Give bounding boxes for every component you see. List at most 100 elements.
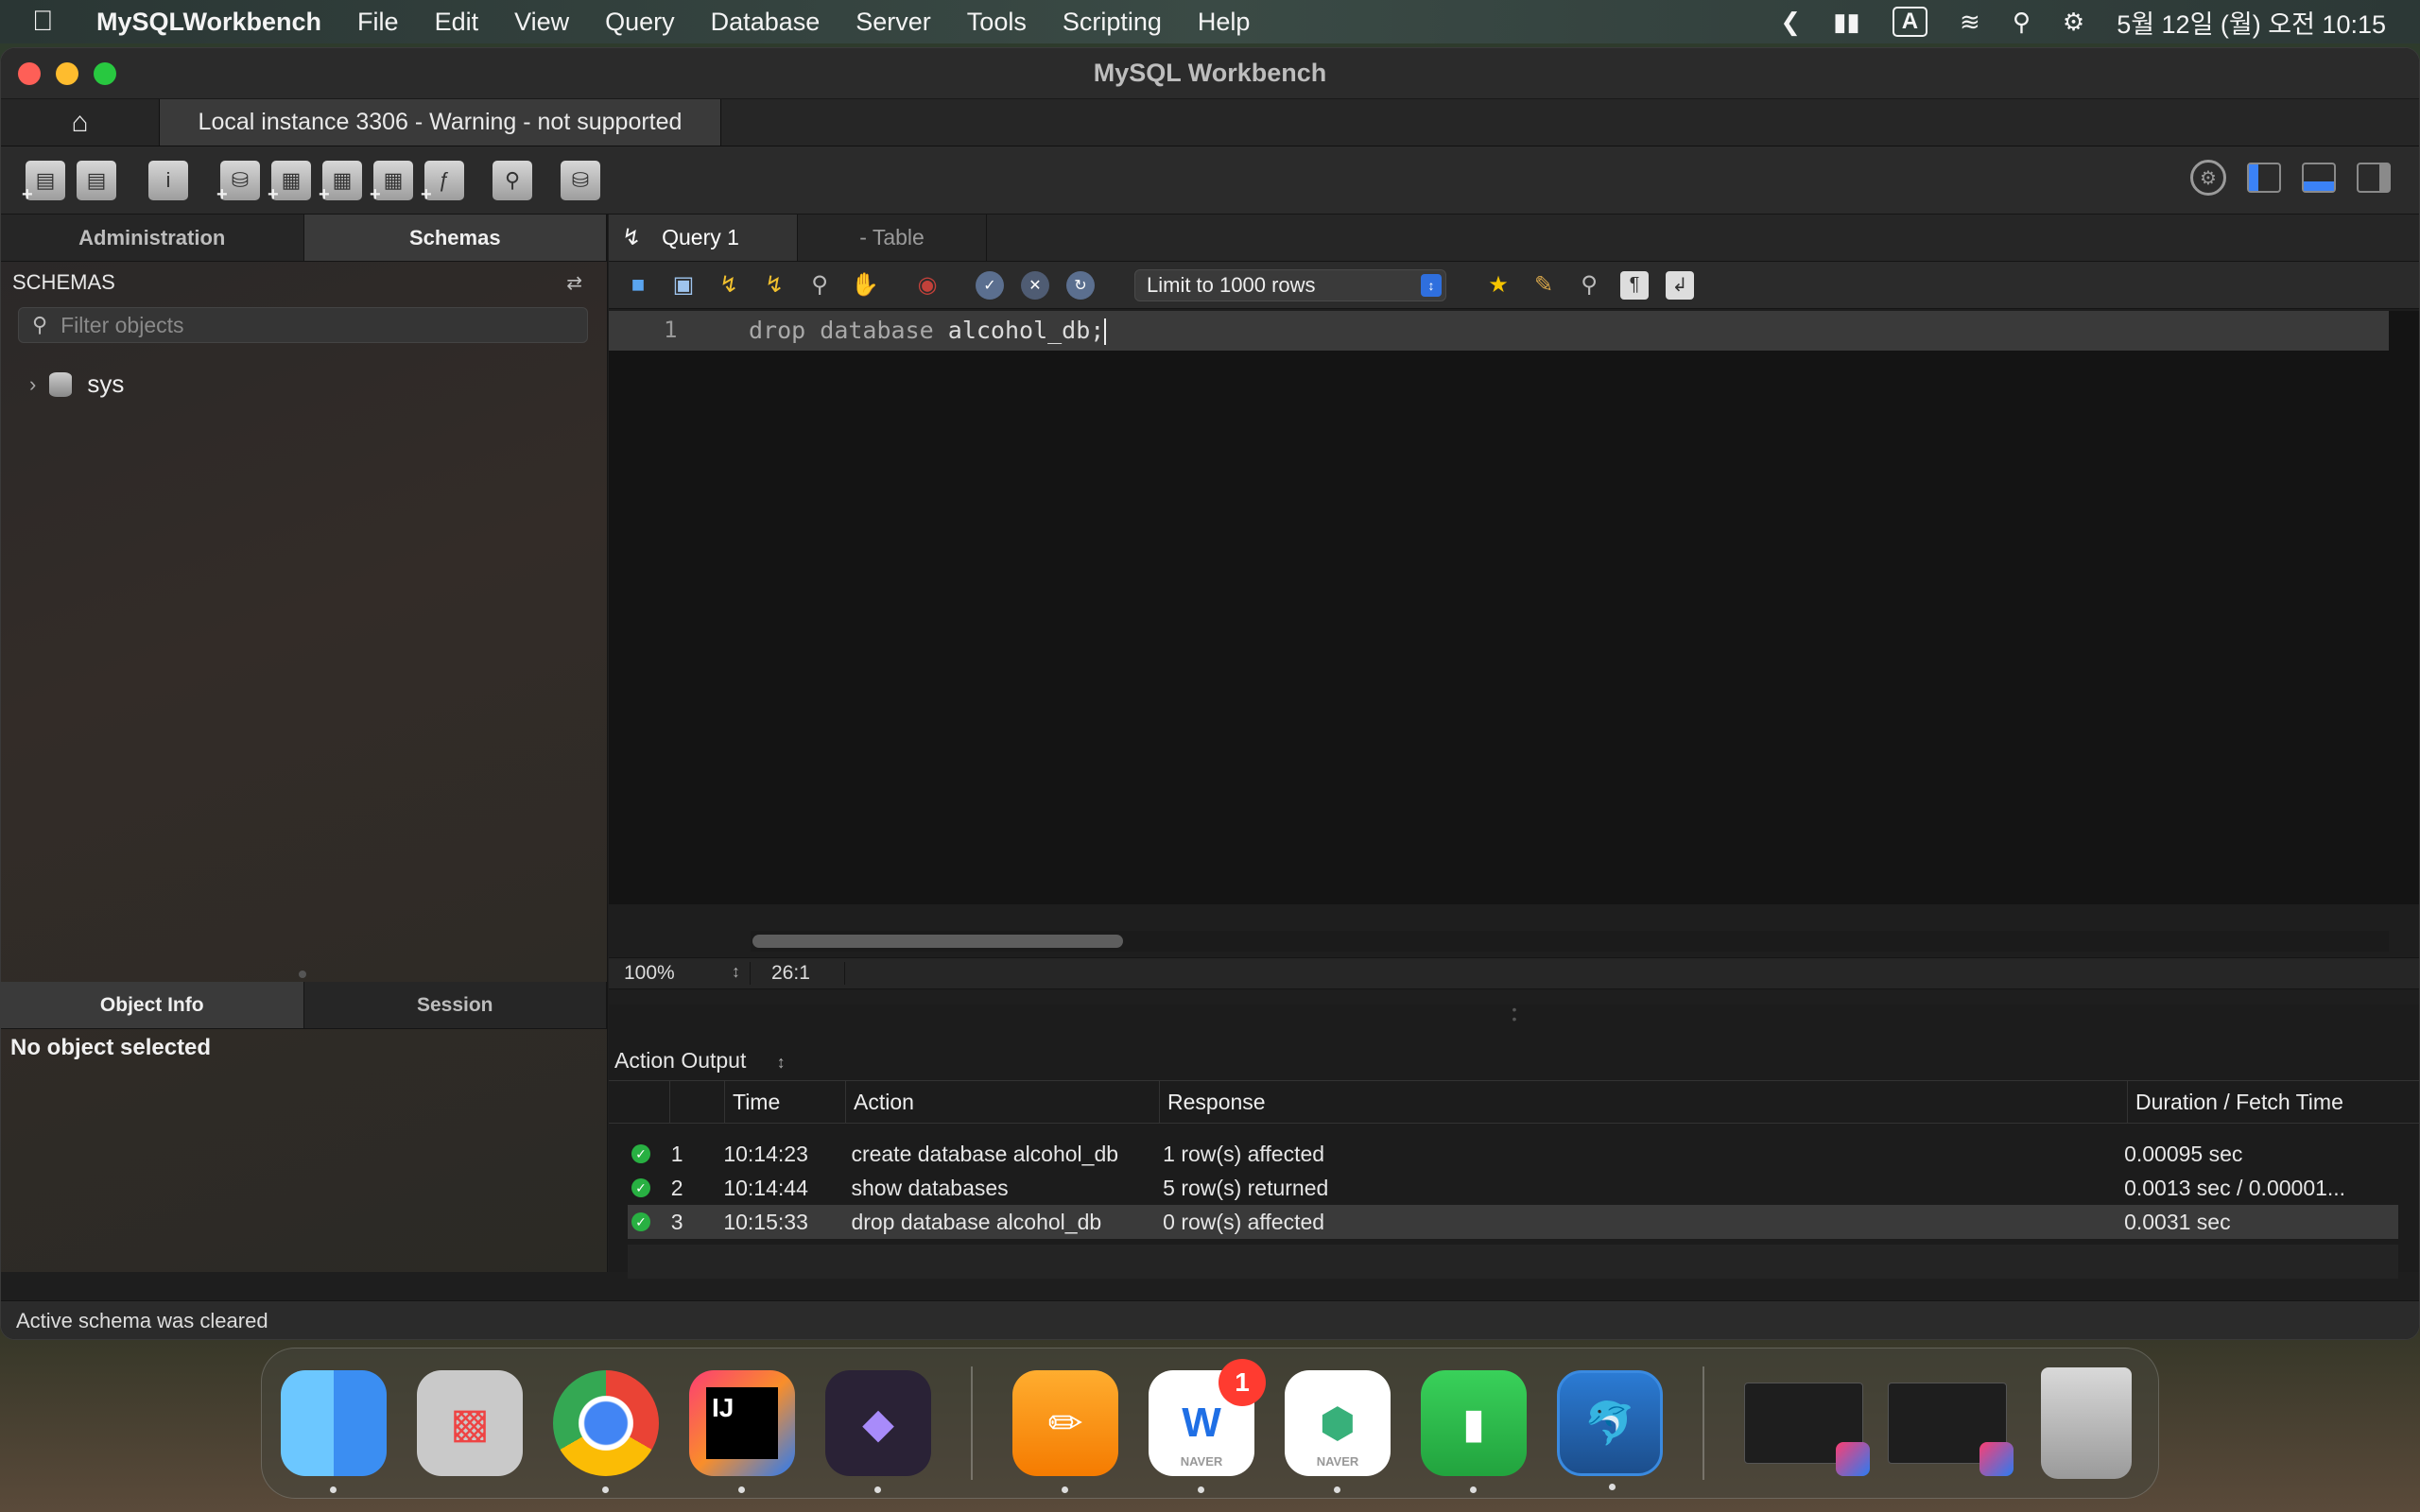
open-file-icon[interactable]: ■	[624, 271, 652, 300]
menu-query[interactable]: Query	[605, 8, 675, 37]
wifi-icon[interactable]: ≋	[1960, 8, 1980, 37]
minimized-window-thumbnail[interactable]	[1744, 1383, 1870, 1476]
execute-all-icon[interactable]: ↯	[715, 271, 743, 300]
zoom-window-button[interactable]	[94, 61, 116, 85]
chevron-left-icon[interactable]: ❮	[1780, 8, 1801, 37]
table-row-selected[interactable]: ✓ 3 10:15:33 drop database alcohol_db 0 …	[628, 1205, 2398, 1239]
naver-whale-icon[interactable]: W 1 NAVER	[1149, 1359, 1266, 1493]
inspector-icon[interactable]: i	[148, 160, 188, 200]
column-header-time[interactable]: Time	[724, 1080, 845, 1124]
tab-object-info[interactable]: Object Info	[1, 982, 304, 1028]
create-schema-icon[interactable]: ⛁	[216, 160, 260, 206]
explain-icon[interactable]: ⚲	[805, 271, 834, 300]
menu-server[interactable]: Server	[856, 8, 931, 37]
rollback-icon[interactable]: ✕	[1021, 270, 1049, 300]
zoom-value: 100%	[624, 962, 675, 984]
menu-view[interactable]: View	[514, 8, 569, 37]
toggle-sidebar-icon[interactable]	[2247, 163, 2281, 193]
filter-objects-input[interactable]: ⚲ Filter objects	[18, 307, 588, 343]
column-header-action[interactable]: Action	[845, 1080, 1159, 1124]
connection-tab[interactable]: Local instance 3306 - Warning - not supp…	[160, 99, 721, 146]
naver-box-label: NAVER	[1316, 1454, 1359, 1469]
toggle-output-panel-icon[interactable]	[2302, 163, 2336, 193]
autocommit-icon[interactable]: ↻	[1066, 270, 1095, 300]
spotlight-search-icon[interactable]: ⚲	[2013, 8, 2031, 37]
zoom-control[interactable]: 100% ↕	[609, 962, 751, 985]
menu-scripting[interactable]: Scripting	[1063, 8, 1162, 37]
search-table-data-icon[interactable]: ⚲	[493, 160, 532, 200]
home-icon[interactable]: ⌂	[1, 99, 160, 146]
schema-name[interactable]: sys	[87, 369, 124, 399]
minimize-window-button[interactable]	[56, 61, 78, 85]
execute-current-icon[interactable]: ↯	[760, 271, 788, 300]
tab-schemas[interactable]: Schemas	[303, 215, 607, 261]
show-invisibles-icon[interactable]: ¶	[1620, 270, 1649, 300]
minimized-window-thumbnail[interactable]	[1888, 1383, 2014, 1476]
numbers-icon[interactable]: ▮	[1421, 1370, 1527, 1493]
whale-label: NAVER	[1180, 1454, 1223, 1469]
stepper-icon[interactable]: ↕	[732, 962, 740, 982]
pages-icon[interactable]: ✏	[1012, 1370, 1118, 1493]
menu-database[interactable]: Database	[711, 8, 821, 37]
row-number: 1	[670, 1141, 683, 1166]
column-header-duration[interactable]: Duration / Fetch Time	[2127, 1080, 2411, 1124]
add-snippet-star-icon[interactable]: ★	[1484, 271, 1512, 300]
close-window-button[interactable]	[18, 61, 41, 85]
menu-help[interactable]: Help	[1198, 8, 1251, 37]
limit-rows-select[interactable]: Limit to 1000 rows ↕	[1134, 268, 1446, 301]
chrome-icon[interactable]	[553, 1370, 659, 1493]
battery-icon[interactable]: ▮▮	[1833, 8, 1860, 37]
macos-menu-bar:  MySQLWorkbench File Edit View Query Da…	[0, 0, 2420, 43]
chevron-right-icon[interactable]: ›	[29, 372, 36, 397]
control-center-icon[interactable]: ⚙	[2063, 8, 2084, 37]
intellij-mini-icon	[1836, 1442, 1870, 1476]
menu-edit[interactable]: Edit	[435, 8, 479, 37]
create-table-icon[interactable]: ▦	[268, 160, 311, 206]
refresh-icon[interactable]: ⇄	[566, 271, 582, 295]
toggle-secondary-sidebar-icon[interactable]	[2357, 163, 2391, 193]
create-function-icon[interactable]: ƒ	[421, 160, 464, 206]
output-selector[interactable]: Action Output ↕	[614, 1048, 786, 1074]
menu-file[interactable]: File	[357, 8, 399, 37]
find-replace-icon[interactable]: ⚲	[1575, 271, 1603, 300]
code-editor[interactable]: 1 drop database alcohol_db;	[609, 311, 2419, 904]
tab-administration[interactable]: Administration	[1, 215, 304, 261]
create-view-icon[interactable]: ▦	[319, 160, 362, 206]
word-wrap-icon[interactable]: ↲	[1666, 270, 1694, 300]
new-sql-tab-icon[interactable]: ▤	[22, 160, 65, 206]
row-time: 10:14:23	[723, 1141, 808, 1166]
launchpad-icon[interactable]: ▩	[417, 1370, 523, 1476]
sql-statement[interactable]: drop database alcohol_db;	[749, 317, 1107, 345]
table-row[interactable]: ✓ 1 10:14:23 create database alcohol_db …	[628, 1137, 2398, 1171]
stop-query-icon[interactable]: ✋	[851, 271, 879, 300]
table-row[interactable]: ✓ 2 10:14:44 show databases 5 row(s) ret…	[628, 1171, 2398, 1205]
obsidian-icon[interactable]: ◆	[825, 1370, 931, 1493]
input-source-indicator[interactable]: A	[1892, 7, 1928, 37]
app-menu[interactable]: MySQLWorkbench	[96, 8, 321, 37]
intellij-icon[interactable]: IJ	[689, 1370, 795, 1493]
menu-tools[interactable]: Tools	[967, 8, 1027, 37]
apple-icon[interactable]: 	[32, 6, 76, 38]
tab-table[interactable]: - Table	[798, 215, 987, 261]
trash-icon[interactable]	[2041, 1367, 2132, 1479]
tab-query-1[interactable]: ↯ Query 1	[609, 215, 798, 261]
preferences-gear-icon[interactable]: ⚙	[2190, 160, 2226, 196]
column-header-response[interactable]: Response	[1159, 1080, 2127, 1124]
create-procedure-icon[interactable]: ▦	[370, 160, 413, 206]
horizontal-scrollbar[interactable]	[752, 935, 1123, 948]
schema-tree-item[interactable]: › sys	[1, 369, 607, 399]
naver-box-icon[interactable]: ⬢ NAVER	[1285, 1370, 1391, 1493]
panel-resize-handle[interactable]: • •	[1510, 1003, 1519, 1037]
tab-session[interactable]: Session	[303, 982, 607, 1028]
finder-icon[interactable]	[281, 1370, 387, 1493]
toggle-error-continue-icon[interactable]: ◉	[913, 271, 942, 300]
empty-row	[628, 1245, 2398, 1279]
reconnect-icon[interactable]: ⛁	[561, 160, 600, 200]
save-icon[interactable]: ▣	[669, 271, 698, 300]
splitter-handle[interactable]	[299, 971, 306, 978]
mysql-workbench-icon[interactable]: 🐬	[1557, 1370, 1663, 1490]
beautify-brush-icon[interactable]: ✎	[1530, 271, 1558, 300]
open-sql-script-icon[interactable]: ▤	[77, 160, 116, 200]
commit-icon[interactable]: ✓	[976, 270, 1004, 300]
menubar-clock[interactable]: 5월 12일 (월) 오전 10:15	[2117, 4, 2386, 41]
